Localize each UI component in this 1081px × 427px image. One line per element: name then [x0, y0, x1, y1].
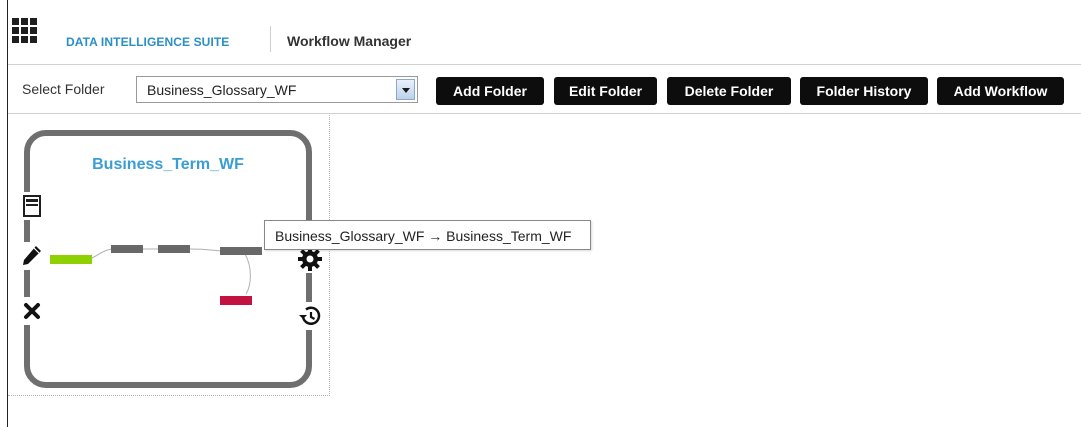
folder-select-value: Business_Glossary_WF — [147, 82, 297, 98]
process-node — [220, 247, 262, 255]
diagram-connector — [91, 248, 251, 295]
app-title: Workflow Manager — [287, 33, 412, 49]
folder-history-button[interactable]: Folder History — [800, 77, 928, 105]
dropdown-arrow-icon[interactable] — [396, 79, 415, 100]
process-node — [111, 245, 143, 253]
app-launcher-grid-icon[interactable] — [12, 18, 37, 43]
delete-folder-button[interactable]: Delete Folder — [667, 77, 791, 105]
header-divider — [270, 26, 271, 52]
add-folder-button[interactable]: Add Folder — [436, 77, 544, 105]
workflow-title[interactable]: Business_Term_WF — [30, 156, 306, 174]
delete-icon[interactable] — [19, 297, 45, 325]
view-icon[interactable] — [19, 192, 45, 220]
workflow-manager-window: DATA INTELLIGENCE SUITE Workflow Manager… — [7, 0, 1081, 427]
select-folder-label: Select Folder — [22, 81, 105, 97]
workflow-list-area: Business_Term_WF Business_Glossary_WF → … — [8, 115, 591, 396]
folder-select-dropdown[interactable]: Business_Glossary_WF — [136, 76, 418, 103]
start-node — [50, 255, 92, 264]
workflow-diagram-thumbnail — [50, 245, 262, 305]
edit-icon[interactable] — [19, 242, 45, 270]
workflow-card[interactable]: Business_Term_WF Business_Glossary_WF → … — [24, 130, 591, 388]
history-icon[interactable] — [297, 302, 323, 330]
app-header: DATA INTELLIGENCE SUITE Workflow Manager — [8, 0, 1081, 64]
suite-name: DATA INTELLIGENCE SUITE — [66, 35, 230, 49]
folder-toolbar: Select Folder Business_Glossary_WF Add F… — [8, 64, 1081, 114]
end-node — [220, 296, 252, 305]
add-workflow-button[interactable]: Add Workflow — [937, 77, 1064, 105]
edit-folder-button[interactable]: Edit Folder — [554, 77, 657, 105]
workflow-path-tooltip: Business_Glossary_WF → Business_Term_WF — [264, 220, 591, 250]
process-node — [158, 245, 190, 253]
